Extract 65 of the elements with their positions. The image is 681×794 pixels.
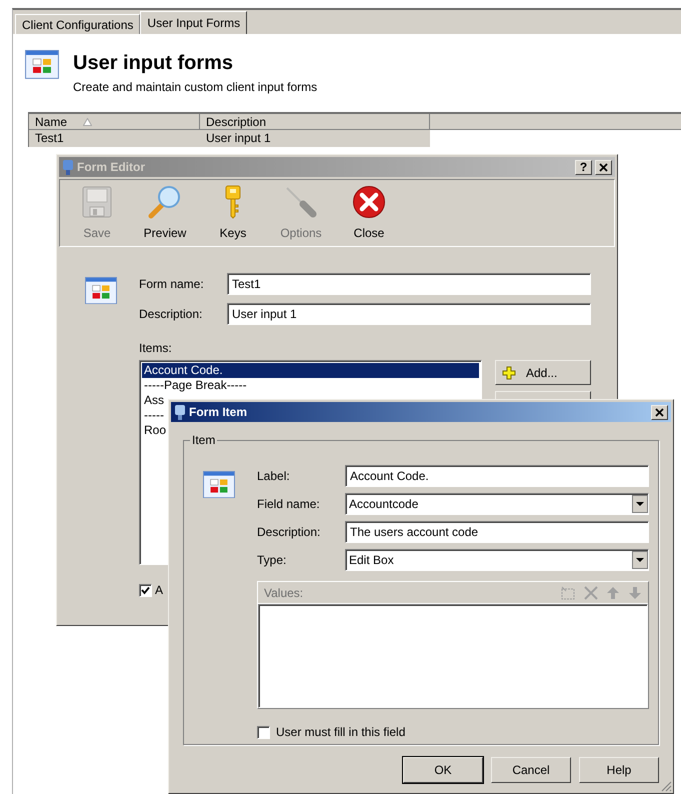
text-field[interactable]: Account Code.: [345, 465, 649, 487]
table-cell-text: Test1: [34, 130, 65, 147]
table-row[interactable]: Test1 User input 1: [29, 130, 430, 147]
toolbar-button[interactable]: Preview: [134, 184, 196, 242]
field-label: Type:: [257, 552, 288, 569]
app-icon: [62, 160, 74, 174]
list-item[interactable]: Roo: [142, 423, 168, 438]
text-field[interactable]: User input 1: [227, 303, 591, 325]
list-item[interactable]: -----: [142, 408, 166, 423]
dialog-button[interactable]: Cancel: [491, 757, 571, 783]
list-item[interactable]: Ass: [142, 393, 166, 408]
close-icon: [655, 408, 664, 416]
page-subtitle: Create and maintain custom client input forms: [73, 79, 318, 96]
dropdown[interactable]: Accountcode: [345, 493, 649, 515]
toolbar-button[interactable]: Close: [338, 184, 400, 242]
field-label: Description:: [139, 306, 204, 323]
values-label: Values:: [264, 584, 304, 602]
key-icon: [223, 185, 243, 219]
screwdriver-icon: [284, 185, 318, 219]
add-button[interactable]: Add...: [495, 360, 591, 385]
window-title: Form Editor: [77, 159, 146, 176]
checkbox-label: A: [155, 582, 164, 599]
plus-icon: [502, 366, 516, 380]
close-button[interactable]: [595, 160, 612, 174]
page-title: User input forms: [73, 51, 234, 76]
delete-icon: [584, 586, 598, 600]
column-header[interactable]: Name: [29, 114, 200, 129]
text-field[interactable]: Test1: [227, 273, 591, 295]
checkbox-label: User must fill in this field: [276, 724, 406, 741]
app-icon: [174, 404, 186, 420]
table-cell-text: User input 1: [205, 130, 272, 147]
toolbar-button[interactable]: Keys: [202, 184, 264, 242]
tab[interactable]: Client Configurations: [15, 14, 140, 34]
items-label: Items:: [139, 340, 173, 357]
resize-grip-icon: [660, 780, 672, 792]
text-field[interactable]: The users account code: [345, 521, 649, 543]
dropdown[interactable]: Edit Box: [345, 549, 649, 571]
field-label: Label:: [257, 468, 291, 485]
checkbox[interactable]: [139, 584, 152, 596]
list-item[interactable]: Account Code.: [142, 363, 479, 378]
field-label: Field name:: [257, 496, 321, 513]
group-title: Item: [190, 433, 218, 447]
close-icon: [352, 185, 386, 219]
field-label: Form name:: [139, 276, 205, 293]
up-arrow-icon: [606, 586, 620, 600]
column-header[interactable]: Description: [200, 114, 430, 129]
forms-icon: [85, 277, 117, 304]
tab[interactable]: User Input Forms: [140, 11, 248, 34]
help-button[interactable]: ?: [575, 160, 592, 174]
checkmark-icon: [141, 586, 150, 594]
window-title: Form Item: [189, 404, 248, 421]
close-button[interactable]: [651, 404, 668, 420]
new-item-icon: [560, 586, 576, 600]
close-icon: [599, 162, 608, 172]
values-list[interactable]: [258, 604, 648, 708]
dialog-button[interactable]: Help: [579, 757, 659, 783]
magnifier-icon: [147, 185, 183, 219]
list-item[interactable]: -----Page Break-----: [142, 378, 249, 393]
down-arrow-icon: [628, 586, 642, 600]
checkbox[interactable]: [257, 726, 270, 738]
dialog-button[interactable]: OK: [403, 757, 483, 783]
sort-arrow-icon: [83, 118, 92, 126]
field-label: Description:: [257, 524, 322, 541]
forms-icon: [25, 50, 59, 79]
forms-icon: [203, 471, 235, 498]
